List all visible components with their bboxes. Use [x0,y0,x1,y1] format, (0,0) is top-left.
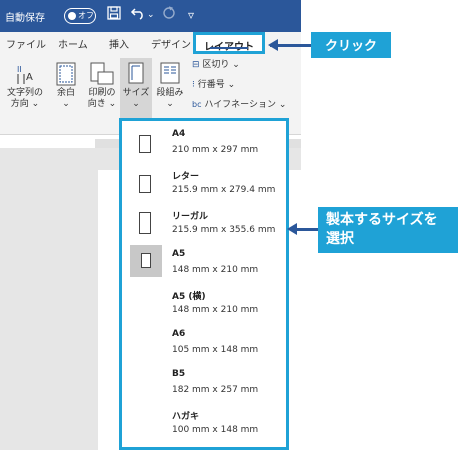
line-numbers-label: 行番号 ⌄ [197,80,236,90]
columns-label-1: 段組み [156,88,184,98]
size-option-name: A6 [172,329,186,339]
margins-icon [56,62,76,90]
columns-label-2: ⌄ [166,99,174,109]
svg-text:II: II [17,65,22,74]
text-direction-button[interactable]: 文字列の 方向 ⌄ [2,88,48,110]
columns-icon [160,62,180,88]
orientation-icon [90,62,114,90]
breaks-label: 区切り ⌄ [202,60,240,70]
size-icon [128,62,144,88]
callout-select-size: 製本するサイズを 選択 [318,207,458,253]
orientation-label-2: 向き ⌄ [87,99,117,109]
size-option-dims: 210 mm x 297 mm [172,145,259,155]
text-direction-icon: II A [14,62,38,90]
title-bar: 自動保存 オフ ⌄ ▿ [0,0,301,32]
callout-select-line1: 製本するサイズを [326,212,438,228]
size-option-name: A4 [172,129,186,139]
tab-design[interactable]: デザイン [151,36,191,51]
tab-insert[interactable]: 挿入 [109,36,129,51]
size-option-dims: 105 mm x 148 mm [172,345,259,355]
redo-icon [162,6,176,24]
active-tab-underline [210,47,248,49]
select-arrow-tail [294,228,318,231]
size-button[interactable]: サイズ ⌄ [120,58,152,122]
size-option-dims: 215.9 mm x 355.6 mm [172,225,276,235]
orientation-label-1: 印刷の [88,88,116,98]
page-icon [139,212,151,234]
svg-text:A: A [26,72,33,83]
size-option-name: A5 [172,249,186,259]
line-numbers-icon: ⁝ [192,80,195,90]
size-option-name: B5 [172,369,186,379]
margins-button[interactable]: 余白 ⌄ [50,88,82,110]
hyphenation-button[interactable]: bc ハイフネーション ⌄ [192,99,286,111]
tab-layout-label: レイアウト [196,38,262,53]
columns-button[interactable]: 段組み ⌄ [154,88,186,110]
autosave-toggle[interactable]: オフ [64,8,96,24]
callout-click: クリック [311,32,391,58]
quick-access-more-icon[interactable]: ▿ [188,8,194,22]
page-icon [139,135,151,153]
text-direction-label-1: 文字列の [6,88,43,98]
hyphenation-label: ハイフネーション ⌄ [204,100,287,110]
size-option-name: A5 (横) [172,292,206,302]
text-direction-label-2: 方向 ⌄ [10,99,40,109]
size-option-name: リーガル [172,212,209,222]
size-label-wrap: サイズ ⌄ [120,88,152,110]
save-icon[interactable] [107,6,121,24]
size-label-1: サイズ [122,88,150,98]
tab-file[interactable]: ファイル [6,36,46,51]
size-dropdown-menu: A4 210 mm x 297 mm レター 215.9 mm x 279.4 … [119,118,289,450]
orientation-button[interactable]: 印刷の 向き ⌄ [84,88,120,110]
page-icon [141,253,151,268]
margins-label-2: ⌄ [62,99,70,109]
undo-icon[interactable] [130,6,146,24]
tab-layout[interactable]: レイアウト [193,32,265,54]
size-label-2: ⌄ [132,99,140,109]
autosave-toggle-state: オフ [78,11,94,20]
size-option-name: ハガキ [172,412,200,422]
size-option-dims: 100 mm x 148 mm [172,425,259,435]
size-option-dims: 215.9 mm x 279.4 mm [172,185,276,195]
click-arrow-head [268,39,278,51]
size-option-postcard[interactable]: ハガキ 100 mm x 148 mm [122,405,286,451]
line-numbers-button[interactable]: ⁝ 行番号 ⌄ [192,80,235,91]
breaks-icon: ⊟ [192,60,200,70]
callout-select-line2: 選択 [326,231,354,247]
select-arrow-head [287,223,297,235]
size-option-dims: 148 mm x 210 mm [172,265,259,275]
size-option-dims: 182 mm x 257 mm [172,385,259,395]
margins-label-1: 余白 [56,88,75,98]
undo-dropdown-icon[interactable]: ⌄ [147,10,155,20]
size-option-dims: 148 mm x 210 mm [172,305,259,315]
hyphenation-icon: bc [192,100,202,109]
size-option-name: レター [172,172,200,182]
page-icon [139,175,151,193]
toggle-knob [68,12,76,20]
autosave-label: 自動保存 [5,13,45,24]
tab-home[interactable]: ホーム [58,36,88,51]
breaks-button[interactable]: ⊟ 区切り ⌄ [192,60,240,71]
